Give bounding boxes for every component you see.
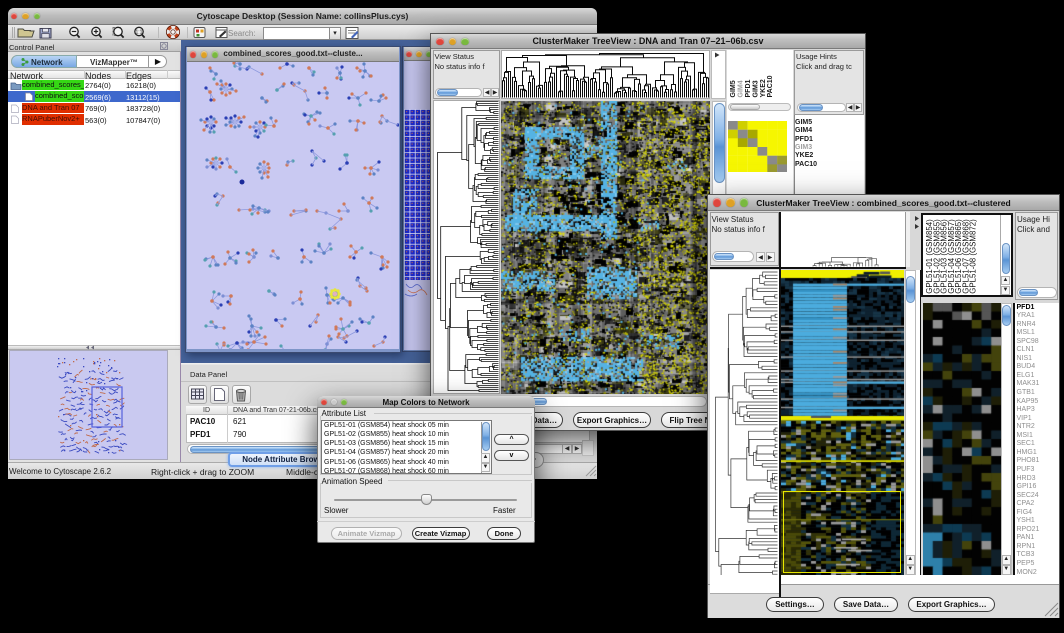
svg-text:PAC10: PAC10 [767, 75, 774, 97]
svg-text:GIM4: GIM4 [738, 80, 745, 97]
svg-text:GIM5: GIM5 [730, 80, 737, 97]
svg-text:PFD1: PFD1 [745, 80, 752, 98]
svg-text:GIM3: GIM3 [752, 80, 759, 97]
svg-text:YKE2: YKE2 [760, 79, 767, 97]
svg-text:1:1: 1:1 [136, 30, 143, 36]
svg-text:GPL51-08 (GSM872): GPL51-08 (GSM872) [968, 219, 977, 294]
